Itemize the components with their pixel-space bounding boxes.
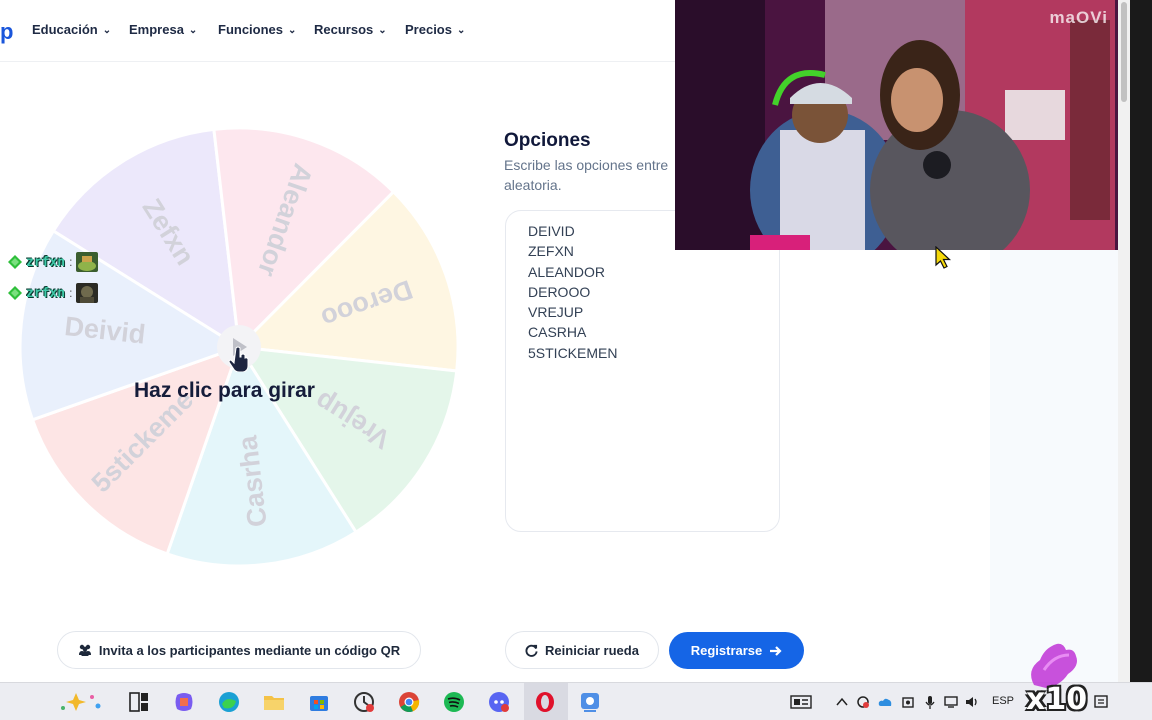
notifications-icon[interactable] (1094, 695, 1108, 709)
camera-app-icon[interactable] (579, 691, 601, 713)
nav-label: Precios (405, 22, 452, 37)
invite-qr-button[interactable]: Invita a los participantes mediante un c… (57, 631, 421, 669)
invite-qr-label: Invita a los participantes mediante un c… (98, 642, 401, 658)
users-icon (78, 644, 91, 656)
nav-label: Empresa (129, 22, 184, 37)
folder-icon[interactable] (263, 691, 285, 713)
microphone-icon[interactable] (923, 695, 937, 709)
chevron-down-icon: ⌄ (188, 25, 198, 36)
cloud-icon[interactable] (878, 695, 892, 709)
emote-icon (76, 283, 99, 303)
hand-pointer-icon (228, 346, 249, 372)
tray-tool-icon[interactable] (901, 695, 915, 709)
tray-app-icon[interactable] (856, 695, 870, 709)
volume-icon[interactable] (965, 695, 979, 709)
register-button[interactable]: Registrarse (669, 632, 804, 669)
copilot-icon[interactable] (173, 691, 195, 713)
emote-icon (76, 252, 99, 272)
chevron-down-icon: ⌄ (456, 25, 466, 36)
spotify-icon[interactable] (443, 691, 465, 713)
option-entry[interactable]: VREJUP (528, 302, 617, 322)
side-panel (990, 250, 1118, 682)
sparkle-widget-icon[interactable] (58, 691, 106, 713)
task-view-icon[interactable] (128, 691, 150, 713)
badge-icon (8, 286, 22, 300)
option-entry[interactable]: DEROOO (528, 282, 617, 302)
chat-username: zrfxn (26, 285, 66, 301)
nav-label: Recursos (314, 22, 374, 37)
nav-recursos[interactable]: Recursos ⌄ (314, 22, 387, 37)
nav-label: Educación (32, 22, 98, 37)
page: p Educación ⌄ Empresa ⌄ Funciones ⌄ Recurso… (0, 0, 1152, 720)
nav-educacion[interactable]: Educación ⌄ (32, 22, 111, 37)
options-list: DEIVID ZEFXN ALEANDOR DEROOO VREJUP CASR… (528, 221, 617, 363)
option-entry[interactable]: CASRHA (528, 322, 617, 342)
arrow-right-icon (770, 645, 782, 656)
register-label: Registrarse (690, 643, 763, 658)
refresh-icon (525, 644, 538, 657)
webcam-watermark: maOVi (1049, 8, 1108, 27)
nav-precios[interactable]: Precios ⌄ (405, 22, 465, 37)
chevron-down-icon: ⌄ (102, 25, 112, 36)
option-entry[interactable]: ZEFXN (528, 241, 617, 261)
reset-wheel-button[interactable]: Reiniciar rueda (505, 631, 659, 669)
option-entry[interactable]: DEIVID (528, 221, 617, 241)
scrollbar-thumb[interactable] (1121, 2, 1127, 102)
page-scrollbar[interactable] (1118, 0, 1130, 682)
options-description: Escribe las opciones entre aleatoria. (504, 157, 669, 193)
multiplier-badge: x10 (1026, 682, 1088, 717)
spin-hint[interactable]: Haz clic para girar (134, 379, 315, 403)
window-edge (1130, 0, 1152, 682)
store-icon[interactable] (308, 691, 330, 713)
nav-funciones[interactable]: Funciones ⌄ (218, 22, 296, 37)
top-nav: p Educación ⌄ Empresa ⌄ Funciones ⌄ Recurso… (0, 0, 676, 62)
opera-icon[interactable] (534, 691, 556, 713)
chat-message: zrfxn : (8, 251, 99, 273)
mouse-cursor-icon (935, 246, 952, 269)
chevron-down-icon: ⌄ (378, 25, 387, 36)
reset-wheel-label: Reiniciar rueda (545, 642, 639, 658)
option-entry[interactable]: 5STICKEMEN (528, 343, 617, 363)
discord-icon[interactable] (488, 691, 510, 713)
nav-label: Funciones (218, 22, 284, 37)
chevron-down-icon: ⌄ (288, 25, 297, 36)
chat-separator: : (69, 255, 73, 269)
network-icon[interactable] (944, 695, 958, 709)
taskbar: ESP (0, 682, 1152, 720)
options-title: Opciones (504, 130, 591, 151)
news-widget-icon[interactable] (790, 695, 812, 709)
chat-username: zrfxn (26, 254, 66, 270)
chevron-up-icon[interactable] (835, 695, 849, 709)
language-indicator[interactable]: ESP (992, 695, 1014, 707)
chat-separator: : (69, 286, 73, 300)
webcam-image (675, 0, 1118, 250)
chrome-icon[interactable] (398, 691, 420, 713)
chat-message: zrfxn : (8, 282, 99, 304)
edge-icon[interactable] (218, 691, 240, 713)
nav-empresa[interactable]: Empresa ⌄ (129, 22, 197, 37)
webcam-overlay: maOVi (675, 0, 1118, 250)
option-entry[interactable]: ALEANDOR (528, 262, 617, 282)
clock-app-icon[interactable] (353, 691, 375, 713)
brand-logo[interactable]: p (0, 19, 13, 45)
badge-icon (8, 255, 22, 269)
